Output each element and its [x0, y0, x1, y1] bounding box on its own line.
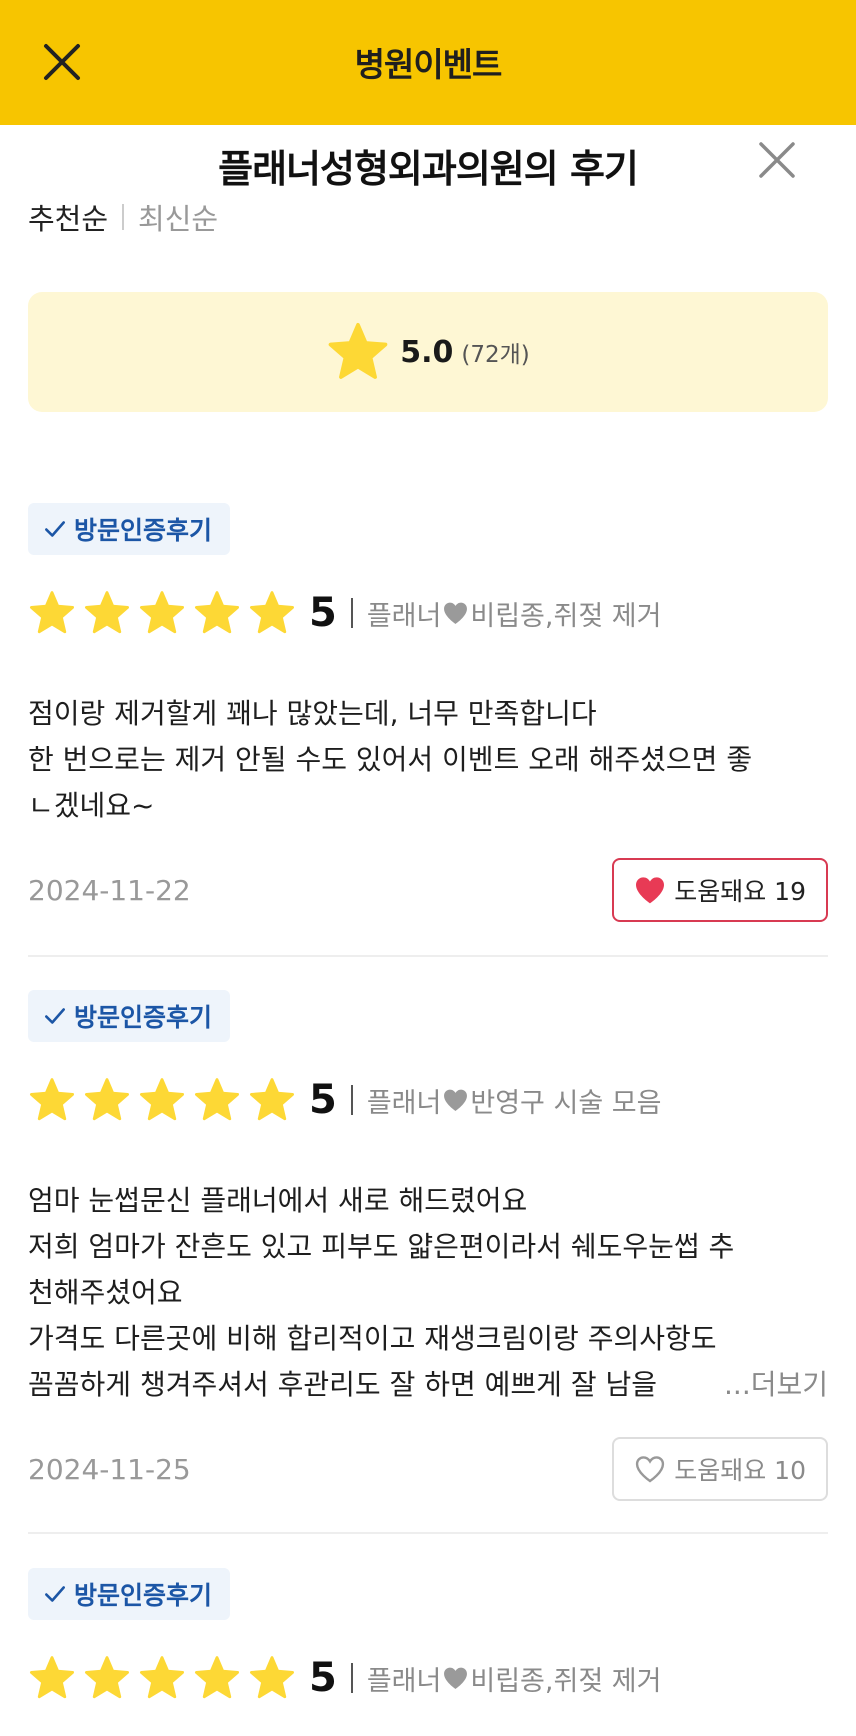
verified-visit-badge: 방문인증후기 [28, 990, 231, 1042]
divider [350, 1085, 353, 1115]
star-icon [195, 591, 239, 634]
review-line: 엄마 눈썹문신 플래너에서 새로 해드렸어요 [28, 1184, 528, 1217]
sort-options: 추천순 최신순 [28, 196, 218, 238]
event-brand: 플래너 [366, 1087, 442, 1119]
review-line: 점이랑 제거할게 꽤나 많았는데, 너무 만족합니다 [28, 697, 597, 730]
helpful-button[interactable]: 도움돼요 10 [612, 1437, 828, 1501]
reviews-sheet-title: 플래너성형외과의원의 후기 [218, 147, 639, 191]
star-rating [28, 1654, 303, 1702]
star-icon [250, 1078, 294, 1121]
review-line: ㄴ겠네요~ [28, 789, 155, 822]
check-icon [45, 1008, 65, 1024]
review-meta: 2024-11-22 도움돼요 19 [28, 857, 828, 923]
app-header: 병원이벤트 [0, 0, 856, 125]
reviewed-event[interactable]: 플래너 비립종,쥐젖 제거 [367, 1659, 662, 1698]
review-card: 방문인증후기 5 플래너 반영구 시술 모음 엄마 눈썹문신 플래너에서 새로 … [28, 990, 828, 1502]
app-title: 병원이벤트 [354, 45, 503, 84]
heart-icon [636, 877, 665, 904]
review-body: 점이랑 제거할게 꽤나 많았는데, 너무 만족합니다 한 번으로는 제거 안될 … [28, 691, 828, 829]
review-rating-row: 5 플래너 비립종,쥐젖 제거 [28, 1650, 828, 1706]
star-rating [28, 589, 303, 637]
read-more-link[interactable]: ...더보기 [684, 1362, 828, 1408]
review-rating-row: 5 플래너 비립종,쥐젖 제거 [28, 585, 828, 641]
star-icon [30, 591, 74, 634]
event-name: 반영구 시술 모음 [470, 1087, 662, 1119]
star-icon [140, 1078, 184, 1121]
event-brand: 플래너 [366, 1665, 442, 1697]
star-icon [30, 1078, 74, 1121]
badge-label: 방문인증후기 [74, 516, 213, 545]
review-rating-row: 5 플래너 반영구 시술 모음 [28, 1072, 828, 1128]
star-icon [85, 1078, 129, 1121]
heart-icon [444, 602, 468, 624]
event-brand: 플래너 [366, 600, 442, 632]
rating-summary: 5.0 (72개) [28, 292, 828, 412]
review-card: 방문인증후기 5 플래너 비립종,쥐젖 제거 점이랑 제거할게 꽤나 많았는데,… [28, 503, 828, 923]
star-icon [328, 322, 388, 379]
sort-latest[interactable]: 최신순 [138, 196, 218, 238]
review-line: 가격도 다른곳에 비해 합리적이고 재생크림이랑 주의사항도 [28, 1322, 717, 1355]
review-divider [28, 955, 828, 957]
star-icon [250, 1656, 294, 1699]
sort-recommended[interactable]: 추천순 [28, 196, 108, 238]
review-card: 방문인증후기 5 플래너 비립종,쥐젖 제거 [28, 1568, 828, 1706]
star-icon [140, 591, 184, 634]
review-meta: 2024-11-25 도움돼요 10 [28, 1436, 828, 1502]
star-icon [250, 591, 294, 634]
verified-visit-badge: 방문인증후기 [28, 1568, 231, 1620]
average-score: 5.0 [400, 334, 454, 370]
review-divider [28, 1532, 828, 1534]
star-icon [140, 1656, 184, 1699]
star-icon [195, 1656, 239, 1699]
event-name: 비립종,쥐젖 제거 [470, 600, 662, 632]
event-name: 비립종,쥐젖 제거 [470, 1665, 662, 1697]
star-icon [30, 1656, 74, 1699]
helpful-label: 도움돼요 19 [674, 877, 806, 906]
review-date: 2024-11-22 [28, 873, 191, 907]
close-icon[interactable] [755, 138, 799, 182]
rating-value: 5 [309, 1077, 337, 1123]
rating-value: 5 [309, 590, 337, 636]
badge-label: 방문인증후기 [74, 1003, 213, 1032]
helpful-label: 도움돼요 10 [674, 1456, 806, 1485]
rating-value: 5 [309, 1655, 337, 1701]
review-line: 천해주셨어요 [28, 1276, 183, 1309]
divider [350, 1663, 353, 1693]
helpful-button[interactable]: 도움돼요 19 [612, 858, 828, 922]
verified-visit-badge: 방문인증후기 [28, 503, 231, 555]
review-body: 엄마 눈썹문신 플래너에서 새로 해드렸어요 저희 엄마가 잔흔도 있고 피부도… [28, 1178, 828, 1408]
sort-divider [122, 204, 125, 230]
star-rating [28, 1076, 303, 1124]
check-icon [45, 521, 65, 537]
star-icon [195, 1078, 239, 1121]
star-icon [85, 1656, 129, 1699]
review-count: (72개) [461, 342, 530, 368]
badge-label: 방문인증후기 [74, 1581, 213, 1610]
review-line: 저희 엄마가 잔흔도 있고 피부도 얇은편이라서 쉐도우눈썹 추 [28, 1230, 735, 1263]
review-line: 한 번으로는 제거 안될 수도 있어서 이벤트 오래 해주셨으면 좋 [28, 743, 753, 776]
heart-outline-icon [636, 1456, 665, 1483]
reviewed-event[interactable]: 플래너 반영구 시술 모음 [367, 1081, 662, 1120]
heart-icon [444, 1089, 468, 1111]
star-icon [85, 591, 129, 634]
divider [350, 598, 353, 628]
heart-icon [444, 1667, 468, 1689]
reviewed-event[interactable]: 플래너 비립종,쥐젖 제거 [367, 594, 662, 633]
review-date: 2024-11-25 [28, 1452, 191, 1486]
check-icon [45, 1586, 65, 1602]
